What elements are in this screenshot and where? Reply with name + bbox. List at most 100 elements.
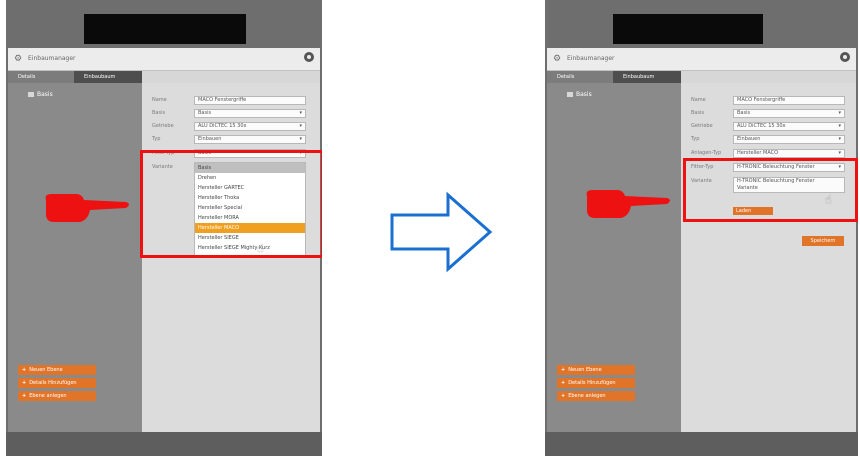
label-anlagen-typ: Anlagen-Typ — [691, 150, 722, 156]
tab-details[interactable]: Details — [8, 71, 74, 83]
ebene-anlegen-button[interactable]: + Ebene anlegen — [557, 391, 635, 401]
basis-select[interactable]: Basis ▾ — [733, 109, 845, 118]
window-title: Einbaumanager — [567, 55, 615, 62]
chevron-down-icon: ▾ — [838, 164, 841, 170]
redacted-header-box — [613, 14, 763, 44]
ebene-anlegen-button[interactable]: + Ebene anlegen — [18, 391, 96, 401]
name-field[interactable]: MACO Fenstergriffe — [733, 96, 845, 105]
label-fitter-typ: Fitter-Typ — [691, 164, 714, 170]
before-screenshot: ⚙ Einbaumanager Details Einbaubaum Basis… — [6, 0, 322, 456]
name-value: MACO Fenstergriffe — [198, 97, 247, 103]
bottom-bar — [6, 432, 322, 456]
button-label: Details Hinzufügen — [29, 380, 77, 386]
plus-icon: + — [561, 380, 566, 386]
tab-bar: Details Einbaubaum — [547, 71, 856, 83]
tree-item-label: Basis — [576, 91, 592, 98]
getriebe-value: ALU DiCTEC 15 30x — [737, 123, 786, 129]
dropdown-option[interactable]: Basis — [195, 163, 305, 173]
dropdown-option[interactable]: Hersteller Thoka — [195, 193, 305, 203]
plus-icon: + — [561, 393, 566, 399]
button-label: Details Hinzufügen — [568, 380, 616, 386]
getriebe-select[interactable]: ALU DiCTEC 15 30x ▾ — [733, 122, 845, 131]
chevron-down-icon: ▾ — [838, 123, 841, 129]
name-field[interactable]: MACO Fenstergriffe — [194, 96, 306, 105]
dropdown-option-selected[interactable]: Hersteller MACO — [195, 223, 305, 233]
basis-select[interactable]: Basis ▾ — [194, 109, 306, 118]
chevron-down-icon: ▾ — [838, 110, 841, 116]
chevron-down-icon: ▾ — [299, 136, 302, 142]
dropdown-option[interactable]: Hersteller SIEGE Mighty Kurz — [195, 243, 305, 253]
anlagen-typ-value: Hersteller MACO — [737, 150, 779, 156]
gear-icon[interactable] — [840, 52, 850, 62]
details-hinzufuegen-button[interactable]: + Details Hinzufügen — [18, 378, 96, 388]
label-fitter-typ: Fitter-Typ — [152, 150, 175, 156]
speichern-button[interactable]: Speichern — [802, 236, 844, 246]
getriebe-select[interactable]: ALU DiCTEC 15 30x ▾ — [194, 122, 306, 131]
button-label: Neuen Ebene — [29, 367, 63, 373]
tab-details[interactable]: Details — [547, 71, 613, 83]
basis-value: Basis — [198, 110, 212, 116]
dropdown-option[interactable]: Hersteller SIEGE — [195, 233, 305, 243]
tree-item-basis[interactable]: Basis — [28, 91, 53, 99]
dropdown-option[interactable]: Hersteller GARTEC — [195, 183, 305, 193]
button-label: Ebene anlegen — [29, 393, 67, 399]
tree-item-label: Basis — [37, 91, 53, 98]
label-variante: Variante — [691, 178, 712, 184]
label-typ: Typ — [691, 136, 700, 142]
label-variante: Variante — [152, 164, 173, 170]
chevron-down-icon: ▾ — [299, 110, 302, 116]
plus-icon: + — [22, 367, 27, 373]
after-screenshot: ⚙ Einbaumanager Details Einbaubaum Basis… — [545, 0, 858, 456]
details-form: Name MACO Fenstergriffe Basis Basis ▾ Get… — [681, 83, 856, 432]
button-label: Laden — [736, 208, 752, 214]
dropdown-option[interactable]: Hersteller Special — [195, 203, 305, 213]
pointing-hand-icon — [586, 190, 670, 218]
chevron-down-icon: ▾ — [299, 123, 302, 129]
dropdown-option[interactable]: Drehen — [195, 173, 305, 183]
right-arrow-icon — [390, 191, 493, 273]
label-typ: Typ — [152, 136, 161, 142]
window-app-icon: ⚙ — [14, 54, 23, 64]
plus-icon: + — [22, 380, 27, 386]
fitter-typ-select[interactable]: H-TRONIC Beleuchtung Fenster ▾ — [733, 163, 845, 172]
typ-select[interactable]: Einbauen ▾ — [733, 135, 845, 144]
anlagen-typ-select[interactable]: Hersteller MACO ▾ — [733, 149, 845, 158]
button-label: Ebene anlegen — [568, 393, 606, 399]
variante-select[interactable]: H-TRONIC Beleuchtung Fenster Variante — [733, 177, 845, 193]
tree-panel: Basis + Neuen Ebene + Details Hinzufügen +… — [8, 83, 142, 432]
tab-bar: Details Einbaubaum — [8, 71, 320, 83]
fitter-typ-dropdown-list[interactable]: Basis Drehen Hersteller GARTEC Herstelle… — [194, 162, 306, 256]
button-label: Speichern — [810, 238, 836, 244]
hand-cursor-icon: ☝ — [257, 242, 264, 255]
bottom-bar — [545, 432, 858, 456]
tab-einbaubaum[interactable]: Einbaubaum — [74, 71, 142, 83]
details-form: Name MACO Fenstergriffe Basis Basis ▾ Get… — [142, 83, 320, 432]
chevron-down-icon: ▾ — [299, 150, 302, 156]
top-bar — [545, 0, 858, 48]
typ-value: Einbauen — [198, 136, 222, 142]
plus-icon: + — [22, 393, 27, 399]
window-titlebar: ⚙ Einbaumanager — [547, 48, 856, 71]
laden-button[interactable]: Laden — [733, 207, 773, 215]
tree-item-basis[interactable]: Basis — [567, 91, 592, 99]
typ-select[interactable]: Einbauen ▾ — [194, 135, 306, 144]
typ-value: Einbauen — [737, 136, 761, 142]
fitter-typ-value: Basis — [198, 150, 212, 156]
hand-cursor-icon: ☝ — [825, 193, 832, 206]
fitter-typ-select[interactable]: Basis ▾ — [194, 149, 306, 158]
gear-icon[interactable] — [304, 52, 314, 62]
label-name: Name — [691, 97, 706, 103]
neue-ebene-button[interactable]: + Neuen Ebene — [557, 365, 635, 375]
window-title: Einbaumanager — [28, 55, 76, 62]
details-hinzufuegen-button[interactable]: + Details Hinzufügen — [557, 378, 635, 388]
top-bar — [6, 0, 322, 48]
dropdown-option[interactable]: Hersteller MORA — [195, 213, 305, 223]
neue-ebene-button[interactable]: + Neuen Ebene — [18, 365, 96, 375]
label-basis: Basis — [691, 110, 705, 116]
window-app-icon: ⚙ — [553, 54, 562, 64]
label-basis: Basis — [152, 110, 166, 116]
tab-einbaubaum[interactable]: Einbaubaum — [613, 71, 681, 83]
tree-panel: Basis + Neuen Ebene + Details Hinzufügen +… — [547, 83, 681, 432]
chevron-down-icon: ▾ — [838, 150, 841, 156]
variante-value: H-TRONIC Beleuchtung Fenster — [737, 178, 815, 184]
